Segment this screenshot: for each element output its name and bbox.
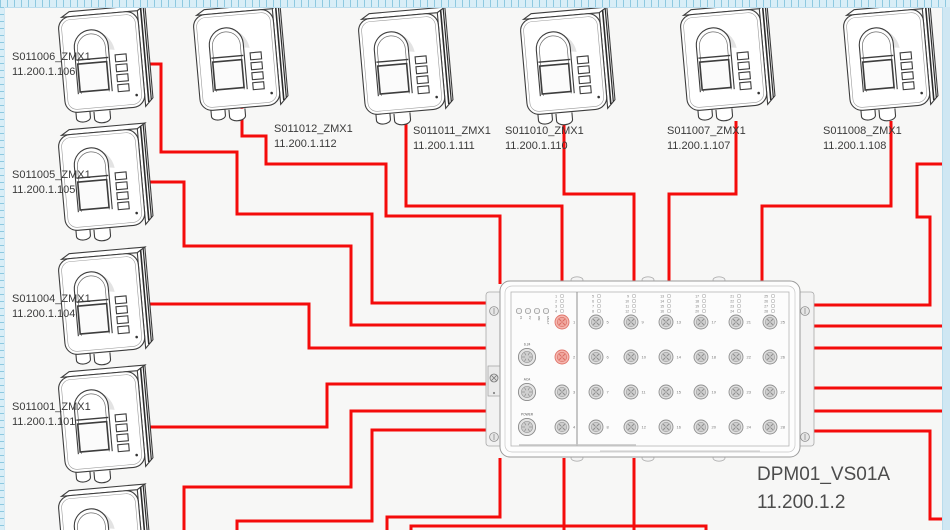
port-number: 19 (712, 390, 717, 395)
port-number: 22 (747, 355, 752, 360)
wire[interactable] (411, 526, 706, 530)
device-S011012_ZMX1[interactable] (192, 3, 290, 124)
port-number: 14 (677, 355, 682, 360)
port-led-number: 12 (625, 309, 629, 313)
port-led-number: 4 (555, 309, 557, 313)
device-S011008_ZMX1[interactable] (842, 3, 940, 124)
status-led-label: P1 (519, 316, 523, 320)
aux-port-label: S.24 (524, 343, 531, 347)
wire[interactable] (146, 384, 492, 427)
port-number: 18 (712, 355, 717, 360)
ruler-top (0, 0, 950, 8)
status-led-label: FAULT (546, 316, 550, 325)
port-number: 13 (677, 320, 682, 325)
wiring-diagram: 12341234P1P2RMFAULTS.24ACAPOWER567856789… (0, 0, 950, 530)
port-led-number: 14 (660, 299, 664, 303)
port-led-number: 6 (592, 299, 594, 303)
port-led-number: 16 (660, 309, 664, 313)
port-number: 24 (747, 425, 752, 430)
port-number: 23 (747, 390, 752, 395)
device-S011006_ZMX1[interactable] (57, 5, 155, 126)
wire[interactable] (669, 121, 736, 284)
port-led-number: 25 (764, 294, 768, 298)
device-S011005_ZMX1[interactable] (57, 123, 155, 244)
device-partial[interactable] (57, 484, 155, 530)
aux-port-label: ACA (524, 378, 531, 382)
ruler-right (942, 7, 950, 530)
device-S011007_ZMX1[interactable] (679, 3, 777, 124)
port-led-number: 27 (764, 304, 768, 308)
status-led-label: RM (537, 316, 541, 321)
status-led-label: P2 (528, 316, 532, 320)
device-S011011_ZMX1[interactable] (357, 7, 455, 128)
port-led-number: 26 (764, 299, 768, 303)
wire[interactable] (406, 121, 562, 284)
port-led-number: 28 (764, 309, 768, 313)
port-led-number: 10 (625, 299, 629, 303)
dpm-panel[interactable]: 12341234P1P2RMFAULTS.24ACAPOWER567856789… (486, 277, 814, 461)
port-led-number: 19 (695, 304, 699, 308)
wire[interactable] (762, 121, 891, 284)
port-led-number: 11 (625, 304, 629, 308)
port-led-number: 15 (660, 304, 664, 308)
port-led-number: 2 (555, 299, 557, 303)
aux-port-label: POWER (521, 413, 534, 417)
wire[interactable] (808, 164, 950, 305)
port-led-number: 18 (695, 299, 699, 303)
port-led-number: 23 (730, 304, 734, 308)
port-number: 15 (677, 390, 682, 395)
port-led-number: 22 (730, 299, 734, 303)
port-number: 20 (712, 425, 717, 430)
port-led-number: 5 (592, 294, 594, 298)
port-number: 10 (642, 355, 647, 360)
port-number: 27 (781, 390, 786, 395)
port-number: 12 (642, 425, 647, 430)
port-led-number: 8 (592, 309, 594, 313)
port-led-number: 1 (555, 294, 557, 298)
port-number: 21 (747, 320, 752, 325)
diagram-canvas: 12341234P1P2RMFAULTS.24ACAPOWER567856789… (0, 0, 950, 530)
port-number: 16 (677, 425, 682, 430)
port-led-number: 3 (555, 304, 557, 308)
port-number: 28 (781, 425, 786, 430)
wire[interactable] (237, 430, 492, 530)
port-led-number: 13 (660, 294, 664, 298)
port-led-number: 17 (695, 294, 699, 298)
wire[interactable] (564, 121, 634, 284)
port-led-number: 21 (730, 294, 734, 298)
port-led-number: 20 (695, 309, 699, 313)
device-S011001_ZMX1[interactable] (57, 365, 155, 486)
port-number: 25 (781, 320, 786, 325)
device-S011010_ZMX1[interactable] (519, 7, 617, 128)
port-number: 26 (781, 355, 786, 360)
port-led-number: 7 (592, 304, 594, 308)
ruler-left (0, 7, 5, 530)
port-led-number: 9 (627, 294, 629, 298)
wire[interactable] (808, 431, 950, 519)
port-number: 17 (712, 320, 717, 325)
device-S011004_ZMX1[interactable] (57, 247, 155, 368)
port-led-number: 24 (730, 309, 734, 313)
wire[interactable] (387, 458, 500, 530)
